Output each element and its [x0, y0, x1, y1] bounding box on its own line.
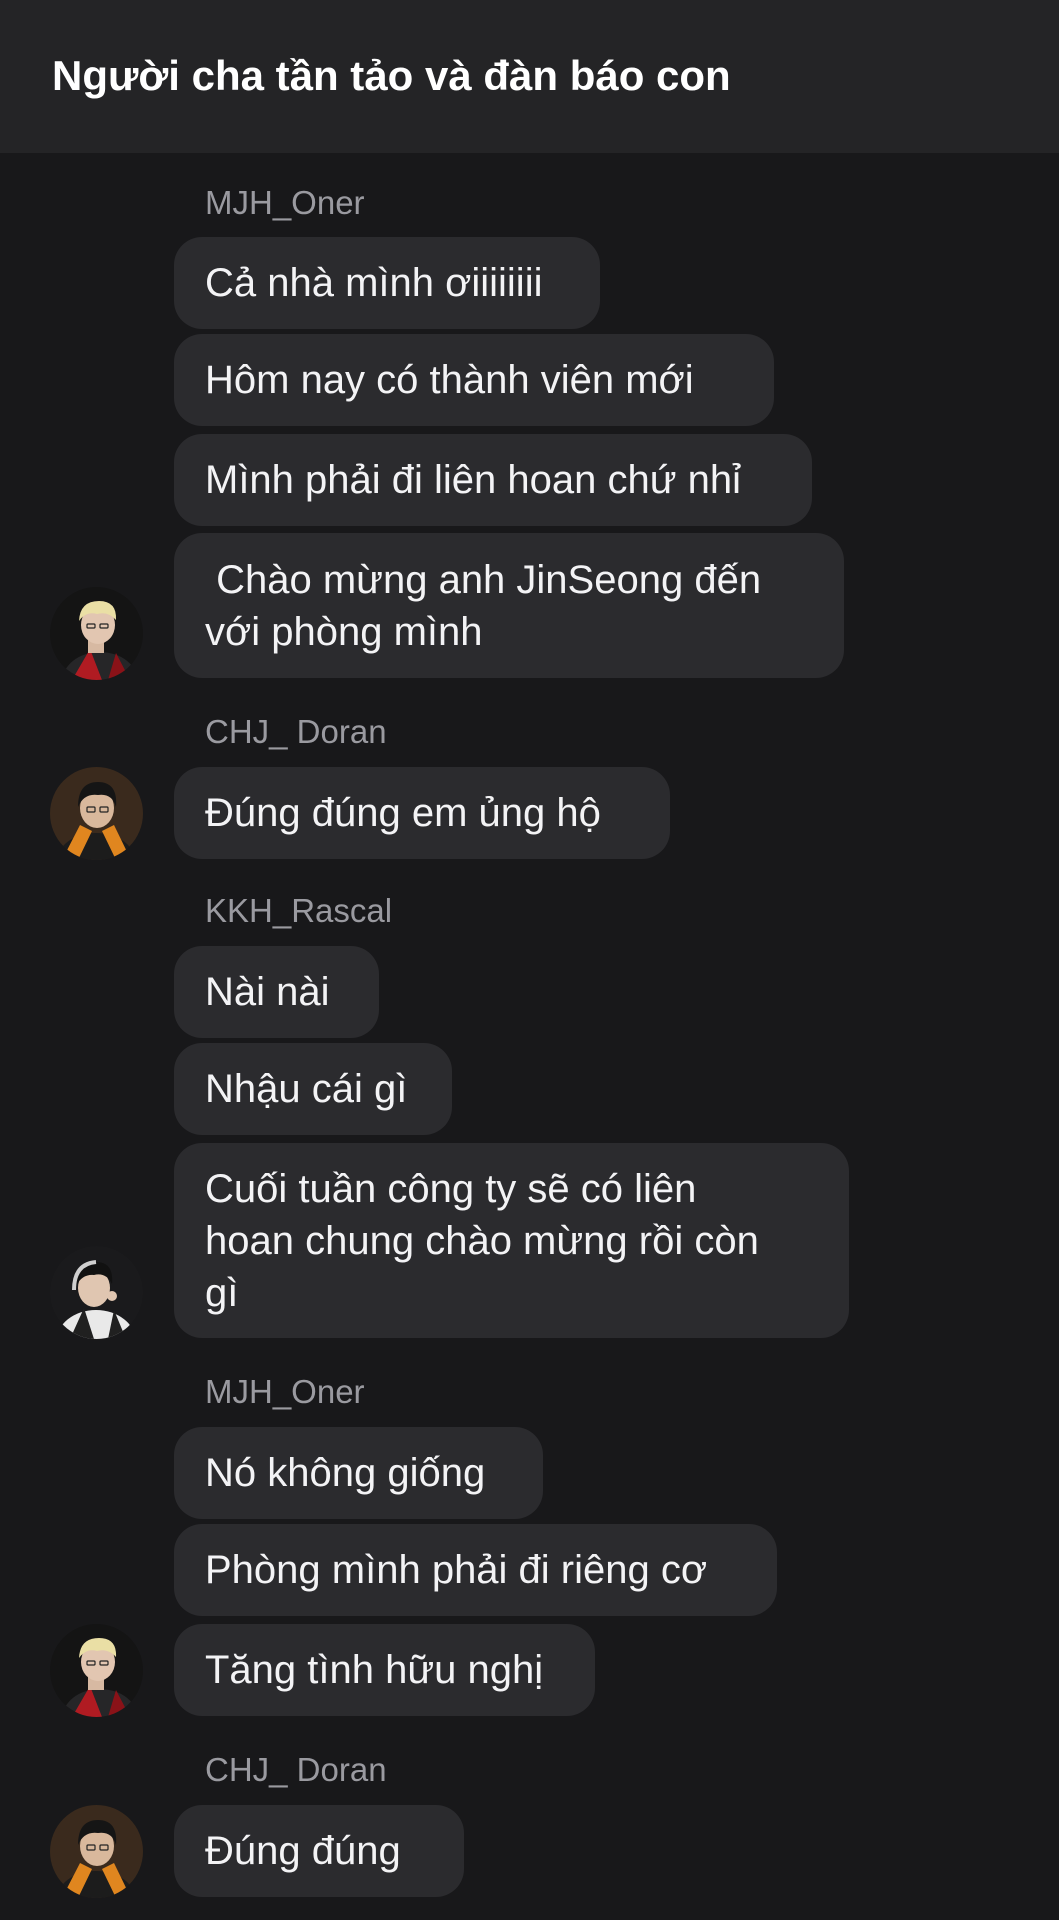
message-bubble[interactable]: Cuối tuần công ty sẽ có liên hoan chung …: [174, 1143, 849, 1338]
chat-header: Người cha tần tảo và đàn báo con: [0, 0, 1059, 153]
message-bubble[interactable]: Nó không giống: [174, 1427, 543, 1519]
sender-name: CHJ_ Doran: [205, 713, 387, 750]
doran-avatar-icon[interactable]: [50, 767, 143, 860]
message-bubble[interactable]: Đúng đúng em ủng hộ: [174, 767, 670, 859]
oner-avatar-icon[interactable]: [50, 587, 143, 680]
message-bubble[interactable]: Đúng đúng: [174, 1805, 464, 1897]
message-bubble[interactable]: Phòng mình phải đi riêng cơ: [174, 1524, 777, 1616]
doran-avatar-icon[interactable]: [50, 1805, 143, 1898]
message-bubble[interactable]: Mình phải đi liên hoan chứ nhỉ: [174, 434, 812, 526]
rascal-avatar-icon[interactable]: [50, 1246, 143, 1339]
message-bubble[interactable]: Cả nhà mình ơiiiiiiii: [174, 237, 600, 329]
message-thread[interactable]: MJH_Oner Cả nhà mình ơiiiiiiii Hôm nay c…: [0, 153, 1059, 1920]
sender-name: KKH_Rascal: [205, 892, 393, 929]
message-bubble[interactable]: Chào mừng anh JinSeong đến với phòng mìn…: [174, 533, 844, 678]
oner-avatar-icon[interactable]: [50, 1624, 143, 1717]
message-bubble[interactable]: Hôm nay có thành viên mới: [174, 334, 774, 426]
message-bubble[interactable]: Nài nài: [174, 946, 379, 1038]
message-bubble[interactable]: Nhậu cái gì: [174, 1043, 452, 1135]
sender-name: MJH_Oner: [205, 1373, 365, 1410]
sender-name: CHJ_ Doran: [205, 1751, 387, 1788]
message-bubble[interactable]: Tăng tình hữu nghị: [174, 1624, 595, 1716]
sender-name: MJH_Oner: [205, 184, 365, 221]
chat-title[interactable]: Người cha tần tảo và đàn báo con: [52, 52, 731, 100]
